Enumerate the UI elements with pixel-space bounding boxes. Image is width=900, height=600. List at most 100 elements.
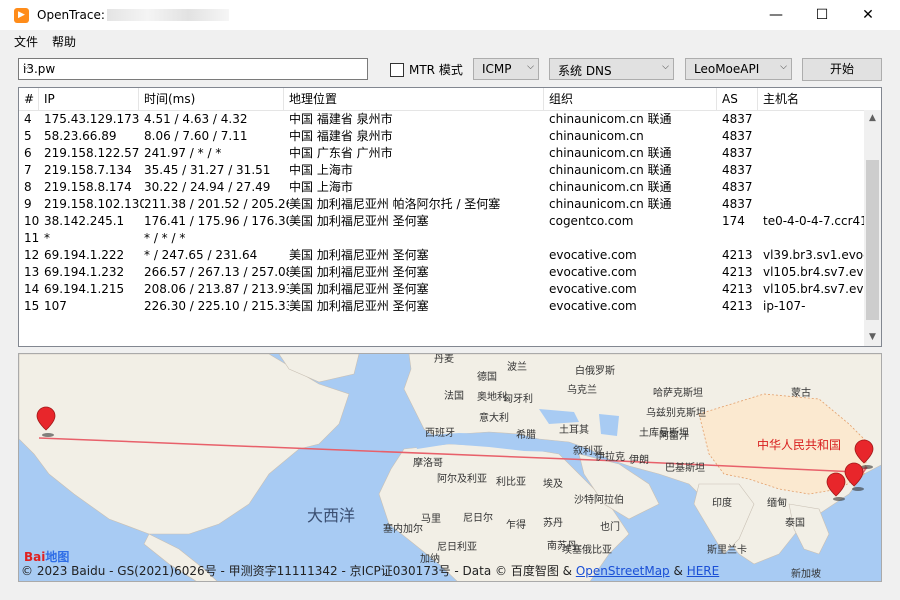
map-label-hungary: 匈牙利	[503, 394, 533, 405]
cell-ip: 69.194.1.222	[44, 248, 125, 262]
cell-ip: 219.158.8.174	[44, 180, 132, 194]
map-label-yemen: 也门	[600, 522, 620, 533]
mtr-checkbox[interactable]	[390, 63, 404, 77]
table-row[interactable]: 4 175.43.129.173 4.51 / 4.63 / 4.32 中国 福建省 …	[19, 111, 864, 128]
cell-time: 30.22 / 24.94 / 27.49	[144, 180, 271, 194]
col-header-org[interactable]: 组织	[544, 88, 717, 110]
cell-ip: 38.142.245.1	[44, 214, 125, 228]
api-select[interactable]: LeoMoeAPI ⌵	[685, 58, 792, 80]
scroll-up-icon[interactable]: ▲	[864, 110, 881, 127]
target-combobox[interactable]: i3.pw ⌵	[18, 58, 368, 80]
route-map[interactable]: 丹麦 白俄罗斯 德国 波兰 法国 乌克兰 哈萨克斯坦 奥地利 匈牙利 意大利 蒙…	[18, 353, 882, 582]
cell-time: 176.41 / 175.96 / 176.30	[144, 214, 289, 228]
map-copyright: © 2023 Baidu - GS(2021)6026号 - 甲测资字11111…	[19, 562, 881, 579]
cell-as: 4837	[722, 146, 753, 160]
col-header-time[interactable]: 时间(ms)	[139, 88, 284, 110]
cell-as: 4837	[722, 112, 753, 126]
cell-time: 241.97 / * / *	[144, 146, 222, 160]
menu-file[interactable]: 文件	[14, 33, 38, 50]
cell-hostname	[763, 145, 864, 162]
protocol-select[interactable]: ICMP ⌵	[473, 58, 539, 80]
cell-time: 8.06 / 7.60 / 7.11	[144, 129, 248, 143]
cell-org: chinaunicom.cn	[549, 129, 644, 143]
cell-as: 4837	[722, 180, 753, 194]
cell-index: 7	[24, 163, 32, 177]
menu-bar: 文件 帮助	[0, 30, 900, 52]
osm-link[interactable]: OpenStreetMap	[576, 564, 670, 578]
minimize-button[interactable]: —	[753, 0, 799, 30]
cell-time: 211.38 / 201.52 / 205.26	[144, 197, 289, 211]
cell-location: 美国 加利福尼亚州 帕洛阿尔托 / 圣何塞	[289, 197, 501, 211]
col-header-ip[interactable]: IP	[39, 88, 139, 110]
cell-time: 4.51 / 4.63 / 4.32	[144, 112, 248, 126]
table-row[interactable]: 6 219.158.122.57 241.97 / * / * 中国 广东省 广州市 c…	[19, 145, 864, 162]
map-label-niger: 尼日尔	[463, 513, 493, 524]
cell-hostname: vl39.br3.sv1.evoca	[763, 248, 864, 262]
map-label-turkey: 土耳其	[559, 425, 589, 436]
mtr-label[interactable]: MTR 模式	[409, 61, 463, 78]
table-row[interactable]: 9 219.158.102.130 211.38 / 201.52 / 205.26…	[19, 196, 864, 213]
col-header-index[interactable]: #	[19, 88, 39, 110]
chevron-down-icon: ⌵	[662, 62, 669, 72]
cell-location: 中国 福建省 泉州市	[289, 112, 393, 126]
cell-index: 11	[24, 231, 40, 245]
chevron-down-icon[interactable]: ⌵	[23, 62, 363, 72]
cell-as: 4213	[722, 265, 753, 279]
cell-index: 12	[24, 248, 40, 262]
table-row[interactable]: 15 107 226.30 / 225.10 / 215.33 美国 加利福尼亚州 圣…	[19, 298, 864, 315]
cell-as: 4837	[722, 129, 753, 143]
cell-location: 美国 加利福尼亚州 圣何塞	[289, 248, 429, 262]
map-label-greece: 希腊	[516, 430, 536, 441]
cell-index: 9	[24, 197, 32, 211]
scroll-down-icon[interactable]: ▼	[864, 329, 881, 346]
col-header-as[interactable]: AS	[717, 88, 758, 110]
cell-hostname: te0-4-0-4-7.ccr41.	[763, 214, 864, 228]
table-row[interactable]: 14 69.194.1.215 208.06 / 213.87 / 213.93 美国…	[19, 281, 864, 298]
cell-ip: 219.158.7.134	[44, 163, 132, 177]
cell-index: 13	[24, 265, 40, 279]
table-row[interactable]: 12 69.194.1.222 * / 247.65 / 231.64 美国 加利福尼…	[19, 247, 864, 264]
cell-org: evocative.com	[549, 248, 637, 262]
table-row[interactable]: 11 * * / * / *	[19, 230, 864, 247]
col-header-hostname[interactable]: 主机名	[758, 88, 864, 110]
cell-org: evocative.com	[549, 299, 637, 313]
cell-index: 10	[24, 214, 40, 228]
cell-as: 174	[722, 214, 745, 228]
chevron-down-icon: ⌵	[780, 62, 787, 72]
maximize-button[interactable]: ☐	[799, 0, 845, 30]
map-label-mongolia: 蒙古	[791, 388, 811, 399]
table-row[interactable]: 8 219.158.8.174 30.22 / 24.94 / 27.49 中国 上海…	[19, 179, 864, 196]
cell-hostname	[763, 111, 864, 128]
menu-help[interactable]: 帮助	[52, 33, 76, 50]
table-row[interactable]: 10 38.142.245.1 176.41 / 175.96 / 176.30 美国…	[19, 213, 864, 230]
hops-table[interactable]: # IP 时间(ms) 地理位置 组织 AS 主机名 4 175.43.129.1…	[18, 87, 882, 347]
map-label-chad: 乍得	[506, 520, 526, 531]
vertical-scrollbar[interactable]: ▲ ▼	[864, 110, 881, 346]
table-row[interactable]: 7 219.158.7.134 35.45 / 31.27 / 31.51 中国 上海…	[19, 162, 864, 179]
start-button[interactable]: 开始	[802, 58, 882, 81]
map-label-italy: 意大利	[479, 413, 509, 424]
cell-location: 中国 上海市	[289, 163, 353, 177]
table-row[interactable]: 5 58.23.66.89 8.06 / 7.60 / 7.11 中国 福建省 泉州市…	[19, 128, 864, 145]
close-button[interactable]: ✕	[845, 0, 891, 30]
cell-ip: *	[44, 231, 50, 245]
map-label-myanmar: 缅甸	[767, 498, 787, 509]
cell-time: 208.06 / 213.87 / 213.93	[144, 282, 289, 296]
dns-select[interactable]: 系统 DNS ⌵	[549, 58, 674, 80]
table-row[interactable]: 13 69.194.1.232 266.57 / 267.13 / 257.08 美国…	[19, 264, 864, 281]
cell-org: evocative.com	[549, 282, 637, 296]
here-link[interactable]: HERE	[687, 564, 720, 578]
cell-hostname	[763, 230, 864, 247]
copyright-amp: &	[673, 564, 683, 578]
cell-location: 美国 加利福尼亚州 圣何塞	[289, 265, 429, 279]
cell-org: chinaunicom.cn 联通	[549, 163, 672, 177]
title-bar[interactable]: ▶ OpenTrace: — ☐ ✕	[0, 0, 900, 30]
cell-org	[549, 230, 722, 247]
scroll-thumb[interactable]	[866, 160, 879, 320]
cell-ip: 58.23.66.89	[44, 129, 117, 143]
col-header-location[interactable]: 地理位置	[284, 88, 544, 110]
cell-ip: 219.158.122.57	[44, 146, 140, 160]
cell-ip: 175.43.129.173	[44, 112, 140, 126]
cell-index: 8	[24, 180, 32, 194]
cell-hostname: vl105.br4.sv7.evoc	[763, 282, 864, 296]
